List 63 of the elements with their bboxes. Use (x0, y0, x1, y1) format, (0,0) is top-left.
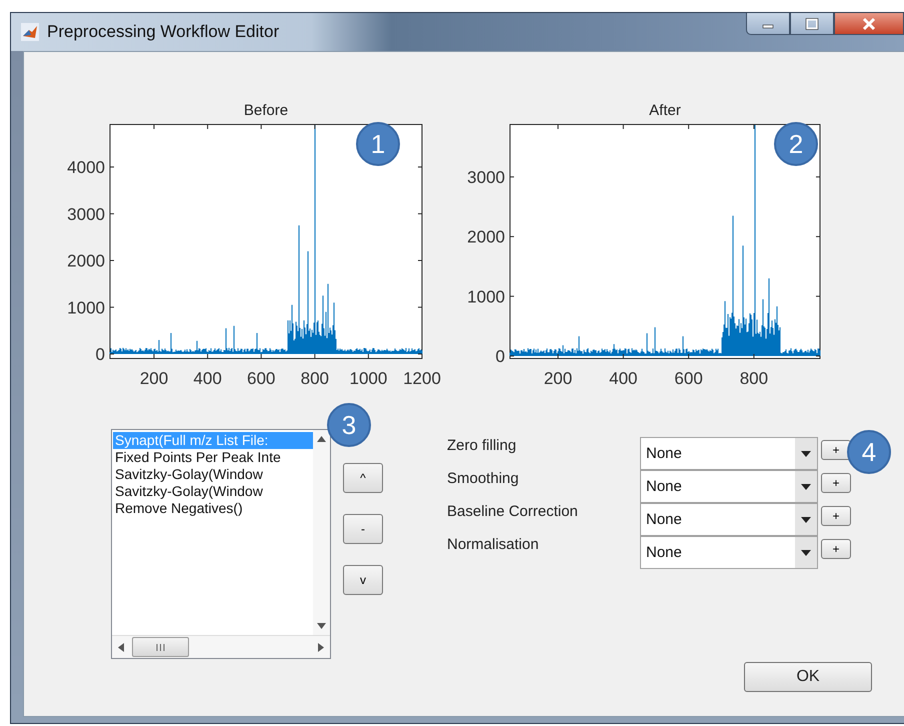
axis-tick-label: 1200 (403, 369, 441, 388)
dropdown-caret-icon (801, 550, 811, 556)
add-step-button[interactable]: + (821, 506, 851, 526)
ok-button[interactable]: OK (744, 662, 872, 692)
axis-tick-label: 600 (247, 369, 276, 388)
axis-tick-label: 400 (609, 369, 638, 388)
minimize-button[interactable] (746, 13, 790, 35)
axis-tick-label: 200 (544, 369, 572, 388)
move-step-button[interactable]: - (343, 514, 383, 544)
method-dropdown[interactable]: None (640, 437, 818, 470)
dropdown-caret-icon (801, 450, 811, 456)
axis-tick-label: 2000 (67, 252, 105, 270)
workflow-list[interactable]: Synapt(Full m/z List File: Fixed Points Per Peak Inte Savitzky-Golay(Window Savitzky-Golay(Window Remove Negatives() (111, 429, 331, 659)
axis-tick-label: 3000 (67, 204, 105, 224)
step-label: Normalisation (447, 536, 540, 553)
scroll-left-icon[interactable] (118, 642, 124, 652)
axis-tick-label: 600 (674, 369, 703, 388)
plot-title: Before (242, 102, 290, 121)
scroll-right-icon[interactable] (318, 642, 324, 652)
add-step-button[interactable]: + (821, 473, 851, 493)
callout-number: 4 (847, 430, 891, 474)
axis-tick-label: 1000 (467, 287, 505, 306)
method-dropdown[interactable]: None (640, 470, 818, 503)
axis-tick-label: 800 (300, 369, 329, 388)
axis-tick-label: 1000 (67, 298, 105, 318)
vertical-scrollbar[interactable] (313, 430, 330, 635)
close-icon (861, 16, 877, 30)
step-label: Smoothing (447, 470, 520, 487)
dropdown-caret-icon (801, 516, 811, 522)
axis-tick-label: 1000 (349, 369, 388, 388)
move-step-button[interactable]: v (343, 565, 383, 595)
dropdown-caret-icon (801, 484, 811, 490)
axis-tick-label: 0 (496, 347, 505, 366)
maximize-icon (805, 18, 819, 30)
workflow-step-item[interactable]: Savitzky-Golay(Window (113, 466, 313, 483)
axis-tick-label: 3000 (467, 168, 505, 187)
scroll-down-icon[interactable] (317, 623, 326, 629)
horizontal-scrollbar[interactable] (112, 635, 330, 658)
scroll-up-icon[interactable] (317, 436, 326, 442)
close-button[interactable] (834, 13, 904, 35)
scroll-thumb[interactable] (132, 637, 189, 657)
workflow-step-item[interactable]: Remove Negatives() (113, 500, 313, 517)
step-label: Baseline Correction (447, 503, 579, 520)
app-icon (21, 23, 39, 41)
axis-tick-label: 800 (740, 369, 768, 388)
grip-icon (156, 644, 165, 650)
axis-tick-label: 400 (193, 369, 222, 388)
plot-title: After (648, 102, 682, 121)
workflow-step-item[interactable]: Savitzky-Golay(Window (113, 483, 313, 500)
callout-number: 3 (327, 403, 371, 447)
step-label: Zero filling (447, 437, 518, 454)
maximize-button[interactable] (790, 13, 834, 35)
axis-tick-label: 4000 (67, 158, 105, 177)
axis-tick-label: 0 (96, 345, 105, 364)
method-dropdown[interactable]: None (640, 503, 818, 536)
axis-tick-label: 2000 (467, 228, 505, 247)
move-step-button[interactable]: ^ (343, 463, 383, 493)
add-step-button[interactable]: + (821, 440, 851, 460)
workflow-step-item[interactable]: Fixed Points Per Peak Inte (113, 449, 313, 466)
window-title: Preprocessing Workflow Editor (47, 22, 280, 42)
add-step-button[interactable]: + (821, 539, 851, 559)
axis-tick-label: 200 (140, 369, 168, 388)
method-dropdown[interactable]: None (640, 536, 818, 569)
